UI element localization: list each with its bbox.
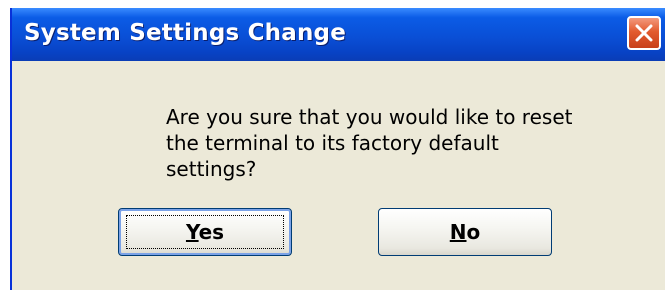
system-settings-dialog: System Settings Change Are you sure that… — [10, 8, 665, 290]
no-button-label: No — [450, 220, 481, 244]
yes-label-rest: es — [198, 220, 225, 244]
no-mnemonic: N — [449, 220, 467, 244]
yes-button[interactable]: Yes — [118, 208, 292, 256]
close-icon — [635, 24, 653, 42]
close-button[interactable] — [627, 16, 661, 50]
window-title: System Settings Change — [24, 20, 346, 46]
title-bar[interactable]: System Settings Change — [12, 8, 665, 61]
no-label-rest: o — [466, 220, 481, 244]
confirmation-message: Are you sure that you would like to rese… — [166, 105, 573, 181]
no-button[interactable]: No — [378, 208, 552, 256]
yes-button-label: Yes — [186, 220, 224, 244]
yes-mnemonic: Y — [185, 220, 199, 244]
